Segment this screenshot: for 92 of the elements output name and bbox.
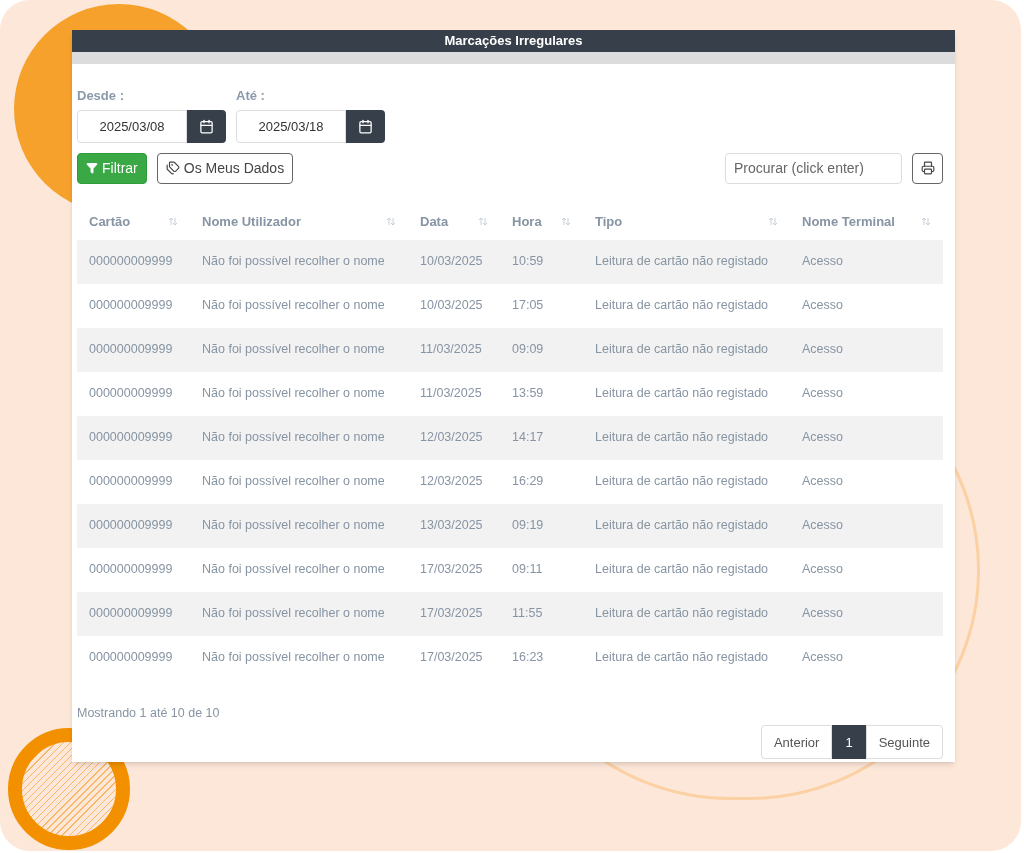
table-cell-text: Leitura de cartão não registado: [594, 473, 770, 491]
table-cell-text: Leitura de cartão não registado: [594, 649, 770, 667]
table-cell-text: Acesso: [801, 429, 844, 447]
sort-icon[interactable]: [478, 217, 488, 226]
table-cell-text: Leitura de cartão não registado: [594, 253, 770, 271]
table-cell-text: Não foi possível recolher o nome: [201, 341, 386, 359]
table-cell-text: 12/03/2025: [419, 473, 484, 491]
table-cell-text: Acesso: [801, 253, 844, 271]
entries-info: Mostrando 1 até 10 de 10: [77, 704, 221, 722]
table-cell-text: 10:59: [511, 253, 545, 271]
table-cell-text: Não foi possível recolher o nome: [201, 297, 386, 315]
table-cell-text: 09:19: [511, 517, 545, 535]
column-header[interactable]: Nome Terminal: [790, 211, 943, 232]
table-cell-text: Acesso: [801, 473, 844, 491]
calendar-button[interactable]: [187, 109, 226, 143]
table-cell-text: Leitura de cartão não registado: [594, 429, 770, 447]
table-cell-text: 000000009999: [88, 605, 174, 623]
table-cell-text: 000000009999: [88, 517, 174, 535]
filter-button[interactable]: Filtrar: [77, 152, 147, 184]
table-cell-text: 000000009999: [88, 253, 174, 271]
sort-icon[interactable]: [168, 217, 178, 226]
table-cell-text: Leitura de cartão não registado: [594, 341, 770, 359]
sort-icon[interactable]: [921, 217, 931, 226]
table-cell-text: Acesso: [801, 297, 844, 315]
table-cell-text: 17/03/2025: [419, 605, 484, 623]
table-cell-text: 000000009999: [88, 297, 174, 315]
page-button[interactable]: Anterior: [760, 725, 833, 760]
table-cell-text: 12/03/2025: [419, 429, 484, 447]
table-cell-text: 09:09: [511, 341, 545, 359]
table-cell-text: Não foi possível recolher o nome: [201, 517, 386, 535]
table-cell-text: Acesso: [801, 561, 844, 579]
table-cell-text: Não foi possível recolher o nome: [201, 253, 386, 271]
column-header[interactable]: Cartão: [77, 211, 190, 232]
table-cell-text: Leitura de cartão não registado: [594, 385, 770, 403]
table-cell-text: 10/03/2025: [419, 253, 484, 271]
table-cell-text: Leitura de cartão não registado: [594, 517, 770, 535]
table-cell-text: 000000009999: [88, 649, 174, 667]
table-cell-text: 17/03/2025: [419, 561, 484, 579]
field-label: Até :: [236, 87, 266, 105]
sort-icon[interactable]: [768, 217, 778, 226]
table-cell-text: 16:29: [511, 473, 545, 491]
table-cell-text: Acesso: [801, 385, 844, 403]
table-cell-text: 09:11: [511, 561, 544, 579]
calendar-icon: [199, 118, 214, 134]
table-cell-text: 17:05: [511, 297, 545, 315]
date-field[interactable]: 2025/03/18: [236, 109, 346, 143]
sort-icon[interactable]: [561, 217, 571, 226]
table-cell-text: 13/03/2025: [419, 517, 484, 535]
calendar-button[interactable]: [346, 109, 385, 143]
table-cell-text: 000000009999: [88, 429, 174, 447]
field-label: Desde :: [77, 87, 125, 105]
table-cell-text: Acesso: [801, 517, 844, 535]
table-cell-text: Não foi possível recolher o nome: [201, 561, 386, 579]
column-header[interactable]: Nome Utilizador: [190, 211, 408, 232]
date-field[interactable]: 2025/03/08: [77, 109, 187, 143]
table-cell-text: Leitura de cartão não registado: [594, 297, 770, 315]
table-cell-text: 14:17: [511, 429, 545, 447]
print-icon: [920, 161, 935, 175]
table-cell-text: 000000009999: [88, 473, 174, 491]
table-cell-text: 13:59: [511, 385, 545, 403]
table-cell-text: 16:23: [511, 649, 545, 667]
search-field[interactable]: Procurar (click enter): [725, 152, 902, 184]
table-cell-text: Leitura de cartão não registado: [594, 605, 770, 623]
table-cell-text: 17/03/2025: [419, 649, 484, 667]
table-cell-text: 10/03/2025: [419, 297, 484, 315]
table-cell-text: Acesso: [801, 605, 844, 623]
table-cell-text: Leitura de cartão não registado: [594, 561, 770, 579]
table-cell-text: Não foi possível recolher o nome: [201, 649, 386, 667]
table-cell-text: Acesso: [801, 649, 844, 667]
window-title: Marcações Irregulares: [72, 30, 955, 52]
column-header[interactable]: Tipo: [583, 211, 790, 232]
table-cell-text: 11/03/2025: [419, 385, 483, 403]
table-cell-text: 11:55: [511, 605, 544, 623]
column-header[interactable]: Data: [408, 211, 500, 232]
my-data-button[interactable]: Os Meus Dados: [156, 152, 294, 184]
sort-icon[interactable]: [386, 217, 396, 226]
table-cell-text: Não foi possível recolher o nome: [201, 385, 386, 403]
page-button[interactable]: 1: [832, 725, 866, 760]
filter-icon: [86, 162, 98, 174]
table-cell-text: Não foi possível recolher o nome: [201, 473, 386, 491]
table-cell-text: Acesso: [801, 341, 844, 359]
table-cell-text: Não foi possível recolher o nome: [201, 429, 386, 447]
column-header[interactable]: Hora: [500, 211, 583, 232]
print-button[interactable]: [912, 152, 943, 184]
calendar-icon: [358, 118, 373, 134]
table-cell-text: 000000009999: [88, 385, 174, 403]
table-cell-text: Não foi possível recolher o nome: [201, 605, 386, 623]
tags-icon: [165, 161, 180, 175]
table-cell-text: 000000009999: [88, 561, 174, 579]
table-cell-text: 11/03/2025: [419, 341, 483, 359]
page-button[interactable]: Seguinte: [865, 725, 943, 760]
table-cell-text: 000000009999: [88, 341, 174, 359]
